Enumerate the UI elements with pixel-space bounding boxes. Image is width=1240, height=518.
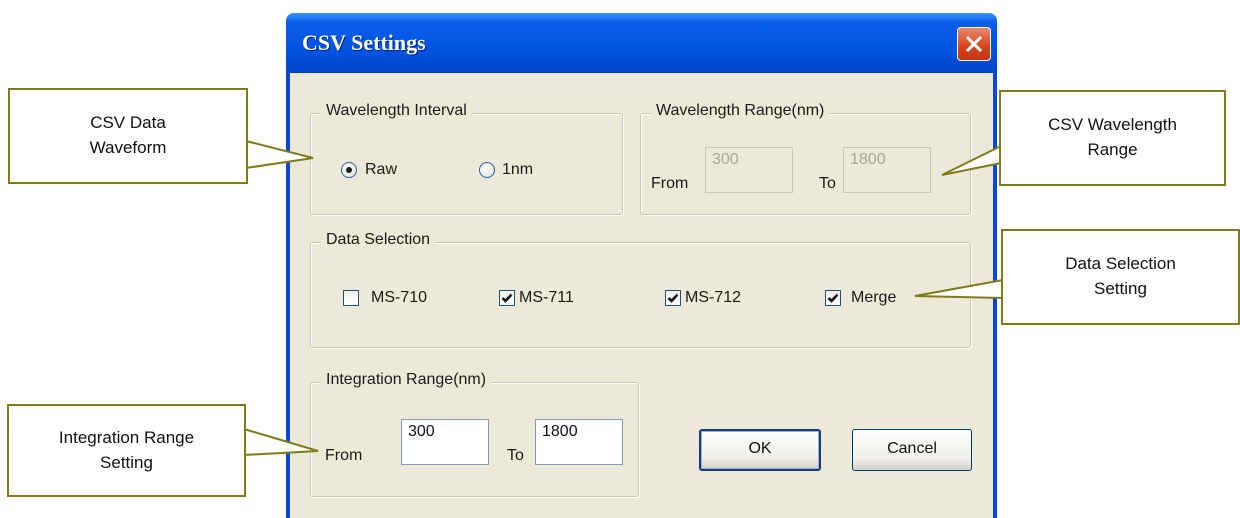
callout-line: Setting [100, 452, 153, 472]
callout-integration-range-setting: Integration Range Setting [7, 404, 246, 497]
callout-csv-data-waveform: CSV Data Waveform [8, 88, 248, 184]
callout-line: Integration Range [58, 427, 195, 447]
csv-wavelength-range-pointer [941, 144, 1002, 176]
callout-line: Setting [1094, 279, 1147, 298]
callout-line: CSV Data [90, 113, 166, 133]
data-selection-setting-pointer [914, 278, 1004, 300]
integration-range-setting-pointer [243, 427, 319, 457]
callout-line: Data Selection [1065, 254, 1176, 274]
callout-line: CSV Wavelength [1048, 115, 1177, 135]
csv-data-waveform-pointer [245, 139, 314, 170]
callout-data-selection-setting: Data Selection Setting [1001, 229, 1240, 325]
callout-line: Waveform [89, 138, 167, 157]
callout-csv-wavelength-range: CSV Wavelength Range [999, 90, 1226, 186]
callout-line: Range [1087, 140, 1138, 159]
